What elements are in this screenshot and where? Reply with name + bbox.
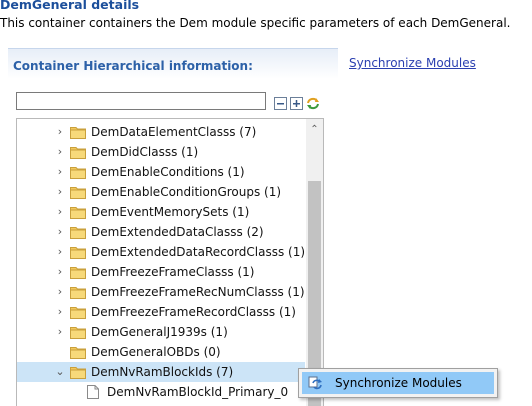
collapse-all-icon[interactable] [274, 95, 287, 110]
tree-item-label: DemExtendedDataRecordClasss (1) [91, 245, 306, 259]
section-title: Container Hierarchical information: [13, 59, 253, 73]
expand-arrow-icon[interactable]: › [55, 162, 65, 182]
section-header: Container Hierarchical information: [8, 48, 338, 79]
tree-item-label: DemEnableConditions (1) [91, 165, 245, 179]
tree-item[interactable]: ⌄ DemNvRamBlockIds (7) [17, 362, 305, 382]
expand-arrow-icon[interactable]: › [55, 122, 65, 142]
expand-arrow-icon[interactable]: › [55, 182, 65, 202]
tree-item-label: DemDidClasss (1) [91, 145, 199, 159]
tree-item-label: DemEnableConditionGroups (1) [91, 185, 282, 199]
tree-scrollbar[interactable]: ⌃ [306, 119, 323, 406]
tree-item[interactable]: › DemExtendedDataRecordClasss (1) [17, 242, 305, 262]
tree-item[interactable]: › DemExtendedDataClasss (2) [17, 222, 305, 242]
expand-arrow-icon[interactable]: › [55, 202, 65, 222]
tree-item[interactable]: › DemDataElementClasss (7) [17, 122, 305, 142]
expand-arrow-icon[interactable]: › [55, 262, 65, 282]
tree-item[interactable]: › DemFreezeFrameRecordClasss (1) [17, 302, 305, 322]
expand-all-icon[interactable] [290, 95, 303, 110]
synchronize-icon [307, 375, 323, 391]
tree-item-label: DemDataElementClasss (7) [91, 125, 257, 139]
context-menu-label: Synchronize Modules [335, 376, 462, 390]
open-folder-icon [70, 365, 86, 379]
file-icon [87, 385, 99, 399]
expand-arrow-icon[interactable]: › [55, 242, 65, 262]
tree-item-label: DemNvRamBlockIds (7) [91, 365, 234, 379]
tree-item-label: DemEventMemorySets (1) [91, 205, 250, 219]
tree-item-label: DemGeneralJ1939s (1) [91, 325, 228, 339]
tree-item[interactable]: › DemEnableConditionGroups (1) [17, 182, 305, 202]
folder-icon [70, 325, 86, 339]
tree-item-label: DemNvRamBlockId_Primary_0 [107, 385, 289, 399]
expand-arrow-icon[interactable]: › [55, 142, 65, 162]
folder-icon [70, 285, 86, 299]
scroll-up-arrow[interactable]: ⌃ [306, 121, 323, 138]
page-title: DemGeneral details [0, 0, 140, 12]
collapse-arrow-icon[interactable]: ⌄ [55, 362, 65, 382]
tree-item[interactable]: › DemGeneralJ1939s (1) [17, 322, 305, 342]
expand-arrow-icon[interactable]: › [55, 322, 65, 342]
folder-icon [70, 205, 86, 219]
folder-icon [70, 305, 86, 319]
context-menu: Synchronize Modules [298, 368, 498, 398]
synchronize-icon[interactable] [306, 95, 319, 110]
expand-arrow-icon[interactable]: › [55, 222, 65, 242]
folder-icon [70, 145, 86, 159]
tree-item[interactable]: › DemEventMemorySets (1) [17, 202, 305, 222]
folder-icon [70, 165, 86, 179]
tree-item-label: DemFreezeFrameClasss (1) [91, 265, 255, 279]
tree-item-label: DemExtendedDataClasss (2) [91, 225, 264, 239]
folder-icon [70, 345, 86, 359]
tree-item[interactable]: › DemFreezeFrameClasss (1) [17, 262, 305, 282]
folder-icon [70, 185, 86, 199]
expand-arrow-icon[interactable]: › [55, 302, 65, 322]
expand-arrow-icon[interactable]: › [55, 282, 65, 302]
tree-item[interactable]: DemGeneralOBDs (0) [17, 342, 305, 362]
container-tree[interactable]: › DemDataElementClasss (7) › DemDidClasss (… [16, 118, 324, 406]
tree-item-label: DemFreezeFrameRecNumClasss (1) [91, 285, 305, 299]
synchronize-modules-link[interactable]: Synchronize Modules [349, 56, 476, 70]
tree-item[interactable]: › DemFreezeFrameRecNumClasss (1) [17, 282, 305, 302]
tree-item[interactable]: › DemDidClasss (1) [17, 142, 305, 162]
folder-icon [70, 225, 86, 239]
folder-icon [70, 265, 86, 279]
folder-icon [70, 125, 86, 139]
tree-filter-input[interactable] [16, 92, 266, 110]
page-description: This container containers the Dem module… [0, 16, 511, 30]
tree-item[interactable]: DemNvRamBlockId_Primary_0 [17, 382, 305, 402]
folder-icon [70, 245, 86, 259]
tree-item[interactable]: › DemEnableConditions (1) [17, 162, 305, 182]
context-menu-synchronize-modules[interactable]: Synchronize Modules [302, 372, 494, 394]
tree-item-label: DemGeneralOBDs (0) [91, 345, 221, 359]
tree-item-label: DemFreezeFrameRecordClasss (1) [91, 305, 296, 319]
